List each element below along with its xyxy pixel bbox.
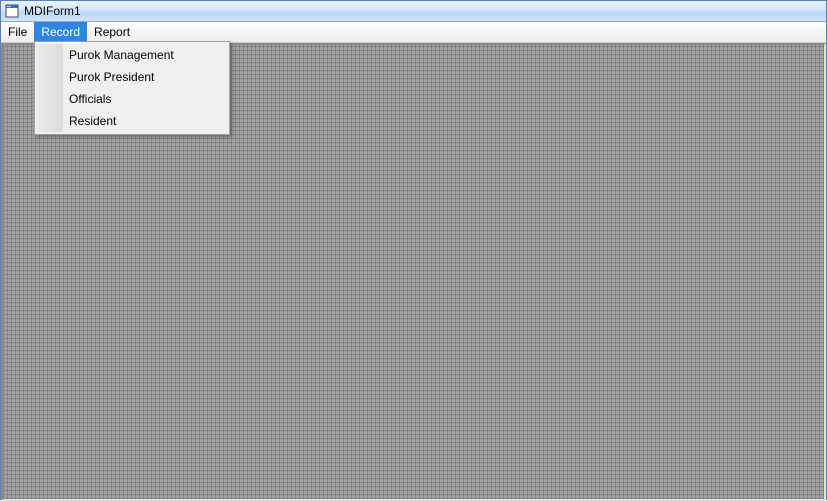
dropdown-item-label: Purok President bbox=[69, 70, 154, 84]
menubar: File Record Report bbox=[1, 22, 826, 43]
menu-item-file[interactable]: File bbox=[1, 22, 34, 42]
dropdown-item-purok-president[interactable]: Purok President bbox=[37, 66, 227, 88]
menu-item-label: Record bbox=[41, 25, 80, 39]
dropdown-item-officials[interactable]: Officials bbox=[37, 88, 227, 110]
dropdown-item-label: Resident bbox=[69, 114, 116, 128]
menu-item-report[interactable]: Report bbox=[87, 22, 137, 42]
dropdown-item-label: Officials bbox=[69, 92, 111, 106]
menu-item-label: File bbox=[8, 25, 27, 39]
menu-item-label: Report bbox=[94, 25, 130, 39]
dropdown-item-purok-management[interactable]: Purok Management bbox=[37, 44, 227, 66]
menu-item-record[interactable]: Record bbox=[34, 22, 87, 42]
titlebar: MDIForm1 bbox=[1, 1, 826, 22]
form-icon bbox=[5, 4, 19, 18]
dropdown-item-resident[interactable]: Resident bbox=[37, 110, 227, 132]
dropdown-item-label: Purok Management bbox=[69, 48, 174, 62]
window-title: MDIForm1 bbox=[24, 4, 81, 18]
record-dropdown: Purok Management Purok President Officia… bbox=[34, 41, 230, 135]
